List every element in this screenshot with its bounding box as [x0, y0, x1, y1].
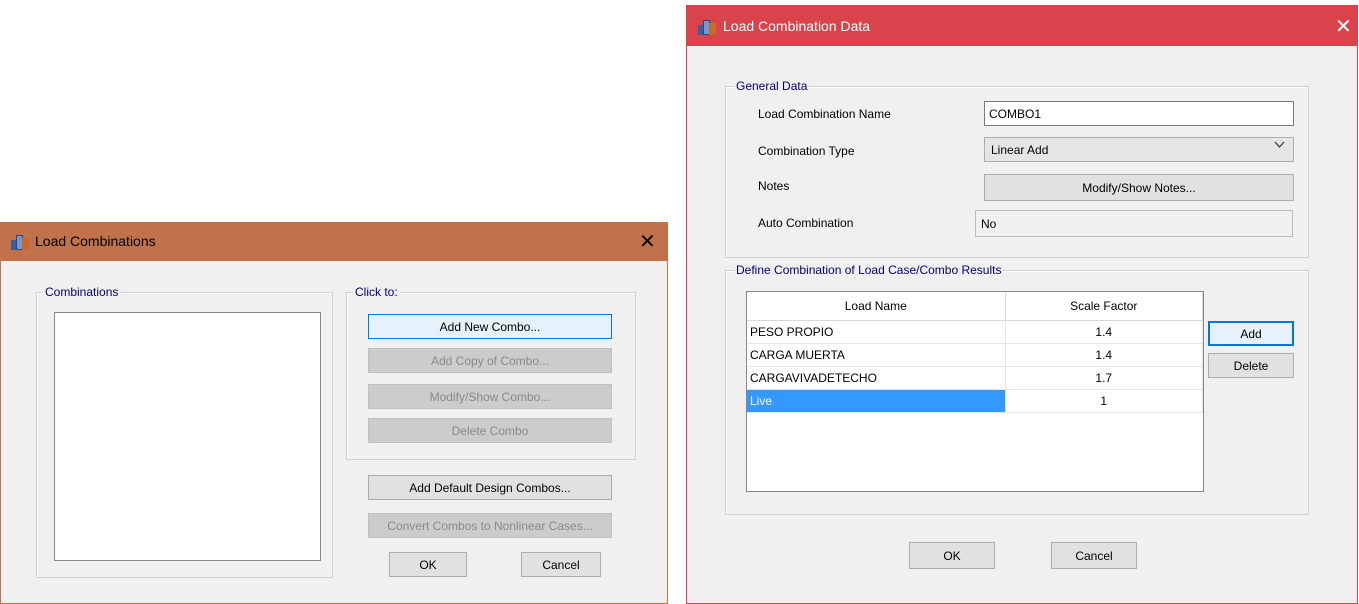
add-copy-combo-button[interactable]: Add Copy of Combo...	[368, 348, 612, 373]
title-bar[interactable]: Load Combination Data ✕	[687, 6, 1357, 46]
load-name-cell[interactable]: CARGAVIVADETECHO	[747, 366, 1006, 390]
modify-show-combo-button[interactable]: Modify/Show Combo...	[368, 384, 612, 409]
scale-factor-cell[interactable]: 1.4	[1005, 343, 1203, 367]
combination-type-value: Linear Add	[991, 142, 1049, 157]
scale-factor-cell[interactable]: 1.4	[1005, 320, 1203, 344]
ok-button[interactable]: OK	[389, 552, 467, 577]
combinations-label: Combinations	[43, 285, 121, 299]
cancel-button[interactable]: Cancel	[1051, 542, 1137, 569]
close-icon[interactable]: ✕	[639, 232, 656, 252]
modify-show-notes-button[interactable]: Modify/Show Notes...	[984, 174, 1294, 201]
scale-factor-cell[interactable]: 1.7	[1005, 366, 1203, 390]
delete-combo-button[interactable]: Delete Combo	[368, 418, 612, 443]
table-row[interactable]: PESO PROPIO 1.4	[747, 320, 1203, 344]
delete-button[interactable]: Delete	[1208, 353, 1294, 378]
load-name-cell[interactable]: Live	[747, 389, 1006, 413]
load-name-cell[interactable]: CARGA MUERTA	[747, 343, 1006, 367]
table-row-selected[interactable]: Live 1	[747, 389, 1203, 413]
click-to-label: Click to:	[353, 285, 400, 299]
add-default-design-combos-button[interactable]: Add Default Design Combos...	[368, 475, 612, 500]
app-icon	[698, 19, 716, 35]
convert-combos-nonlinear-button[interactable]: Convert Combos to Nonlinear Cases...	[368, 513, 612, 538]
chevron-down-icon	[1274, 141, 1285, 152]
define-combination-label: Define Combination of Load Case/Combo Re…	[734, 263, 1004, 277]
auto-combination-label: Auto Combination	[758, 216, 854, 230]
window-title: Load Combination Data	[723, 18, 871, 34]
scale-factor-cell[interactable]: 1	[1005, 389, 1203, 413]
load-case-grid[interactable]: Load Name Scale Factor PESO PROPIO 1.4 C…	[746, 291, 1204, 492]
auto-combination-value: No	[975, 210, 1293, 237]
window-title: Load Combinations	[35, 233, 156, 249]
title-bar[interactable]: Load Combinations ✕	[1, 223, 667, 261]
table-row[interactable]: CARGA MUERTA 1.4	[747, 343, 1203, 367]
add-new-combo-button[interactable]: Add New Combo...	[368, 314, 612, 339]
column-header-load-name[interactable]: Load Name	[747, 292, 1006, 321]
table-row[interactable]: CARGAVIVADETECHO 1.7	[747, 366, 1203, 390]
notes-label: Notes	[758, 179, 790, 193]
load-combination-data-window: Load Combination Data ✕ General Data Loa…	[686, 5, 1358, 604]
load-combination-name-input[interactable]	[984, 101, 1294, 126]
column-header-scale-factor[interactable]: Scale Factor	[1005, 292, 1203, 321]
combination-type-select[interactable]: Linear Add	[984, 137, 1294, 162]
add-button[interactable]: Add	[1208, 321, 1294, 346]
load-combinations-window: Load Combinations ✕ Combinations Click t…	[0, 222, 668, 604]
combinations-list[interactable]	[54, 312, 321, 561]
combination-type-label: Combination Type	[758, 144, 855, 158]
load-name-cell[interactable]: PESO PROPIO	[747, 320, 1006, 344]
general-data-label: General Data	[734, 79, 810, 93]
app-icon	[11, 234, 29, 250]
close-icon[interactable]: ✕	[1335, 17, 1352, 37]
load-combination-name-label: Load Combination Name	[758, 107, 891, 121]
ok-button[interactable]: OK	[909, 542, 995, 569]
cancel-button[interactable]: Cancel	[521, 552, 601, 577]
